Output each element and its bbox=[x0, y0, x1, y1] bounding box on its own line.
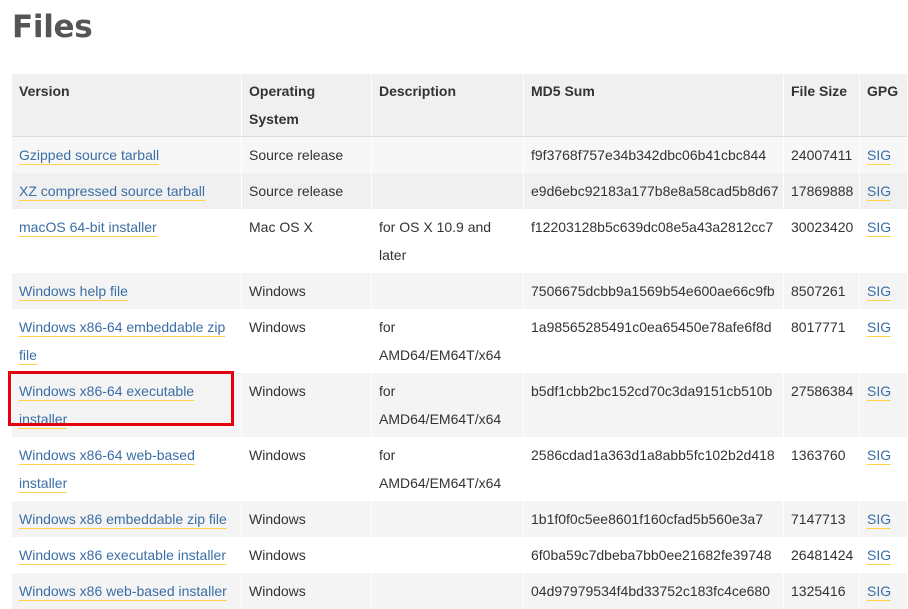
md5-cell: f12203128b5c639dc08e5a43a2812cc7 bbox=[524, 209, 784, 273]
gpg-signature-link[interactable]: SIG bbox=[867, 383, 892, 401]
column-header-md5: MD5 Sum bbox=[524, 74, 784, 137]
gpg-signature-link[interactable]: SIG bbox=[867, 547, 892, 565]
table-row: macOS 64-bit installer Mac OS Xfor OS X 1… bbox=[12, 209, 908, 273]
description-cell: for AMD64/EM64T/x64 bbox=[372, 309, 524, 373]
file-size-cell: 8017771 bbox=[784, 309, 860, 373]
version-cell: Windows x86 embeddable zip file bbox=[12, 501, 242, 537]
md5-cell: 1b1f0f0c5ee8601f160cfad5b560e3a7 bbox=[524, 501, 784, 537]
gpg-cell: SIG bbox=[860, 273, 908, 309]
table-row: Windows x86 executable installer Windows 6… bbox=[12, 537, 908, 573]
version-cell: Windows x86-64 web-based installer bbox=[12, 437, 242, 501]
table-row: Windows x86-64 embeddable zip file Window… bbox=[12, 309, 908, 373]
download-link[interactable]: macOS 64-bit installer bbox=[19, 219, 157, 237]
version-cell: Windows x86-64 embeddable zip file bbox=[12, 309, 242, 373]
gpg-cell: SIG bbox=[860, 537, 908, 573]
gpg-cell: SIG bbox=[860, 209, 908, 273]
download-link[interactable]: Windows x86-64 embeddable zip file bbox=[19, 319, 226, 365]
gpg-signature-link[interactable]: SIG bbox=[867, 319, 892, 337]
os-cell: Source release bbox=[242, 173, 372, 209]
os-cell: Windows bbox=[242, 373, 372, 437]
file-size-cell: 24007411 bbox=[784, 137, 860, 173]
description-cell bbox=[372, 537, 524, 573]
table-row: Gzipped source tarball Source release f9f3… bbox=[12, 137, 908, 173]
files-table-body: Gzipped source tarball Source release f9f3… bbox=[12, 137, 908, 609]
table-row: XZ compressed source tarball Source relea… bbox=[12, 173, 908, 209]
download-link[interactable]: Windows x86-64 web-based installer bbox=[19, 447, 195, 493]
version-cell: Gzipped source tarball bbox=[12, 137, 242, 173]
description-cell: for OS X 10.9 and later bbox=[372, 209, 524, 273]
column-header-gpg: GPG bbox=[860, 74, 908, 137]
description-cell bbox=[372, 173, 524, 209]
description-cell: for AMD64/EM64T/x64 bbox=[372, 373, 524, 437]
md5-cell: 2586cdad1a363d1a8abb5fc102b2d418 bbox=[524, 437, 784, 501]
md5-cell: b5df1cbb2bc152cd70c3da9151cb510b bbox=[524, 373, 784, 437]
os-cell: Windows bbox=[242, 273, 372, 309]
gpg-signature-link[interactable]: SIG bbox=[867, 447, 892, 465]
download-link[interactable]: Windows x86 executable installer bbox=[19, 547, 226, 565]
version-cell: XZ compressed source tarball bbox=[12, 173, 242, 209]
md5-cell: 6f0ba59c7dbeba7bb0ee21682fe39748 bbox=[524, 537, 784, 573]
download-link[interactable]: XZ compressed source tarball bbox=[19, 183, 205, 201]
download-link[interactable]: Windows x86 web-based installer bbox=[19, 583, 227, 601]
md5-cell: 1a98565285491c0ea65450e78afe6f8d bbox=[524, 309, 784, 373]
version-cell: Windows x86 executable installer bbox=[12, 537, 242, 573]
file-size-cell: 1363760 bbox=[784, 437, 860, 501]
os-cell: Windows bbox=[242, 437, 372, 501]
gpg-cell: SIG bbox=[860, 309, 908, 373]
gpg-cell: SIG bbox=[860, 137, 908, 173]
md5-cell: f9f3768f757e34b342dbc06b41cbc844 bbox=[524, 137, 784, 173]
table-row: Windows x86-64 web-based installer Window… bbox=[12, 437, 908, 501]
files-table: Version Operating System Description MD5… bbox=[12, 74, 908, 609]
description-cell bbox=[372, 137, 524, 173]
file-size-cell: 30023420 bbox=[784, 209, 860, 273]
os-cell: Source release bbox=[242, 137, 372, 173]
file-size-cell: 17869888 bbox=[784, 173, 860, 209]
header-row: Version Operating System Description MD5… bbox=[12, 74, 908, 137]
gpg-cell: SIG bbox=[860, 437, 908, 501]
column-header-description: Description bbox=[372, 74, 524, 137]
gpg-signature-link[interactable]: SIG bbox=[867, 147, 892, 165]
md5-cell: 7506675dcbb9a1569b54e600ae66c9fb bbox=[524, 273, 784, 309]
description-cell bbox=[372, 501, 524, 537]
gpg-signature-link[interactable]: SIG bbox=[867, 583, 892, 601]
version-cell: macOS 64-bit installer bbox=[12, 209, 242, 273]
download-link[interactable]: Windows x86-64 executable installer bbox=[19, 383, 195, 429]
download-link[interactable]: Windows x86 embeddable zip file bbox=[19, 511, 227, 529]
md5-cell: e9d6ebc92183a177b8e8a58cad5b8d67 bbox=[524, 173, 784, 209]
files-table-header: Version Operating System Description MD5… bbox=[12, 74, 908, 137]
gpg-cell: SIG bbox=[860, 501, 908, 537]
table-row: Windows x86 embeddable zip file Windows 1b… bbox=[12, 501, 908, 537]
gpg-signature-link[interactable]: SIG bbox=[867, 219, 892, 237]
gpg-signature-link[interactable]: SIG bbox=[867, 183, 892, 201]
gpg-signature-link[interactable]: SIG bbox=[867, 511, 892, 529]
file-size-cell: 8507261 bbox=[784, 273, 860, 309]
file-size-cell: 27586384 bbox=[784, 373, 860, 437]
file-size-cell: 26481424 bbox=[784, 537, 860, 573]
download-link[interactable]: Gzipped source tarball bbox=[19, 147, 160, 165]
gpg-signature-link[interactable]: SIG bbox=[867, 283, 892, 301]
column-header-size: File Size bbox=[784, 74, 860, 137]
description-cell: for AMD64/EM64T/x64 bbox=[372, 437, 524, 501]
table-row: Windows x86-64 executable installer Windo… bbox=[12, 373, 908, 437]
gpg-cell: SIG bbox=[860, 373, 908, 437]
os-cell: Mac OS X bbox=[242, 209, 372, 273]
os-cell: Windows bbox=[242, 501, 372, 537]
os-cell: Windows bbox=[242, 309, 372, 373]
file-size-cell: 7147713 bbox=[784, 501, 860, 537]
version-cell: Windows help file bbox=[12, 273, 242, 309]
page-title: Files bbox=[12, 9, 93, 45]
download-link[interactable]: Windows help file bbox=[19, 283, 128, 301]
version-cell: Windows x86-64 executable installer bbox=[12, 373, 242, 437]
column-header-os: Operating System bbox=[242, 74, 372, 137]
description-cell bbox=[372, 273, 524, 309]
table-row: Windows help file Windows 7506675dcbb9a156… bbox=[12, 273, 908, 309]
os-cell: Windows bbox=[242, 537, 372, 573]
column-header-version: Version bbox=[12, 74, 242, 137]
gpg-cell: SIG bbox=[860, 173, 908, 209]
